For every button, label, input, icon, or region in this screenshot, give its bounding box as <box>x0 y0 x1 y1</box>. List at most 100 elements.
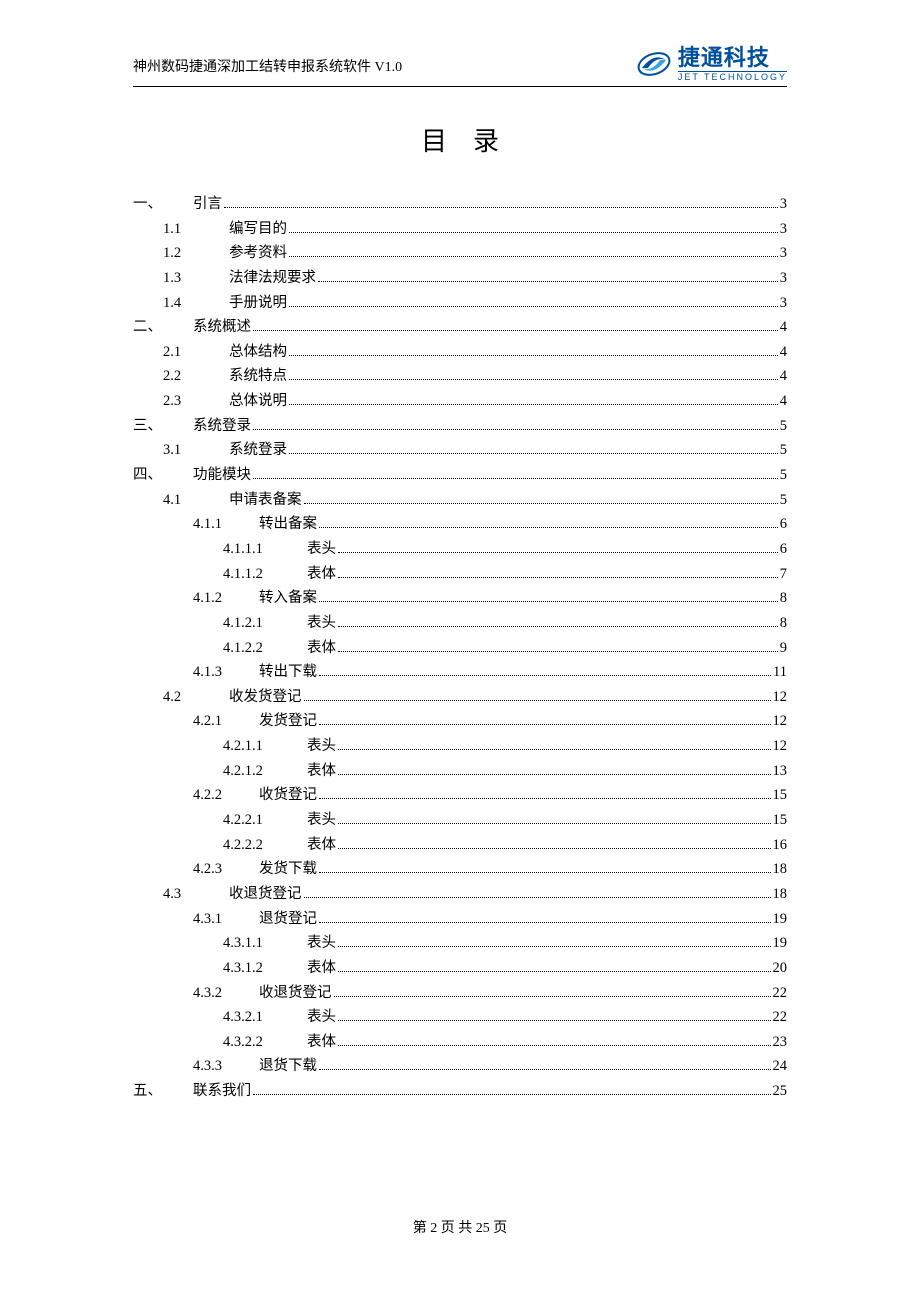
toc-entry-page: 6 <box>780 537 787 562</box>
toc-entry-label: 退货下载 <box>259 1054 317 1079</box>
toc-leader-dots <box>338 946 771 947</box>
toc-entry-label: 系统特点 <box>229 364 287 389</box>
toc-entry-label: 法律法规要求 <box>229 266 316 291</box>
toc-entry-label: 收退货登记 <box>229 882 302 907</box>
toc-entry-number: 4.1.2.2 <box>223 636 307 661</box>
toc-entry-page: 12 <box>773 709 788 734</box>
toc-entry[interactable]: 五、联系我们 25 <box>133 1079 787 1104</box>
toc-leader-dots <box>338 1020 771 1021</box>
toc-entry[interactable]: 4.1申请表备案5 <box>133 488 787 513</box>
toc-entry-number: 4.3.1 <box>193 907 259 932</box>
toc-entry-label: 联系我们 <box>193 1079 251 1104</box>
toc-entry[interactable]: 4.1.1转出备案6 <box>133 512 787 537</box>
page-header: 神州数码捷通深加工结转申报系统软件 V1.0 捷通科技 JET TECHNOLO… <box>133 0 787 82</box>
toc-entry-label: 收发货登记 <box>229 685 302 710</box>
toc-leader-dots <box>289 355 778 356</box>
toc-entry-page: 19 <box>773 907 788 932</box>
toc-entry-page: 3 <box>780 192 787 217</box>
toc-entry-label: 表头 <box>307 611 336 636</box>
toc-entry[interactable]: 4.1.3转出下载 11 <box>133 660 787 685</box>
toc-entry-number: 4.1.3 <box>193 660 259 685</box>
toc-entry-page: 19 <box>773 931 788 956</box>
toc-entry-page: 5 <box>780 463 787 488</box>
toc-entry-page: 11 <box>773 660 787 685</box>
toc-entry-page: 4 <box>780 315 787 340</box>
toc-leader-dots <box>253 330 778 331</box>
toc-entry[interactable]: 一、引言3 <box>133 192 787 217</box>
toc-entry[interactable]: 4.3.2.1表头22 <box>133 1005 787 1030</box>
toc-entry[interactable]: 4.2.1发货登记12 <box>133 709 787 734</box>
page-content: 神州数码捷通深加工结转申报系统软件 V1.0 捷通科技 JET TECHNOLO… <box>133 0 787 1104</box>
toc-entry-number: 三、 <box>133 414 193 439</box>
toc-entry-number: 4.3.1.1 <box>223 931 307 956</box>
toc-entry-number: 1.1 <box>163 217 229 242</box>
toc-entry[interactable]: 2.1总体结构4 <box>133 340 787 365</box>
toc-entry-number: 4.2.2.1 <box>223 808 307 833</box>
toc-entry-number: 4.2.2.2 <box>223 833 307 858</box>
toc-entry[interactable]: 4.2.2收货登记15 <box>133 783 787 808</box>
toc-leader-dots <box>338 552 778 553</box>
toc-entry[interactable]: 4.1.2.1表头8 <box>133 611 787 636</box>
toc-entry[interactable]: 4.1.1.1表头6 <box>133 537 787 562</box>
toc-entry[interactable]: 二、系统概述4 <box>133 315 787 340</box>
toc-leader-dots <box>253 478 778 479</box>
toc-entry[interactable]: 3.1系统登录5 <box>133 438 787 463</box>
toc-entry[interactable]: 1.1编写目的3 <box>133 217 787 242</box>
toc-entry-label: 功能模块 <box>193 463 251 488</box>
toc-entry[interactable]: 4.3收退货登记18 <box>133 882 787 907</box>
logo-text-cn: 捷通科技 <box>678 47 787 69</box>
toc-entry[interactable]: 4.2.1.2表体13 <box>133 759 787 784</box>
toc-entry[interactable]: 4.3.2收退货登记22 <box>133 981 787 1006</box>
toc-entry[interactable]: 三、系统登录5 <box>133 414 787 439</box>
toc-entry[interactable]: 4.1.2转入备案8 <box>133 586 787 611</box>
toc-entry-page: 25 <box>773 1079 788 1104</box>
toc-entry[interactable]: 1.4手册说明3 <box>133 291 787 316</box>
toc-entry-label: 转出备案 <box>259 512 317 537</box>
toc-entry-page: 3 <box>780 266 787 291</box>
toc-leader-dots <box>289 379 778 380</box>
toc-leader-dots <box>319 922 771 923</box>
toc-entry[interactable]: 4.2.2.2表体16 <box>133 833 787 858</box>
toc-entry[interactable]: 4.3.3退货下载24 <box>133 1054 787 1079</box>
toc-entry[interactable]: 4.3.2.2表体23 <box>133 1030 787 1055</box>
toc-entry-number: 4.3 <box>163 882 229 907</box>
toc-leader-dots <box>338 848 771 849</box>
toc-entry-label: 申请表备案 <box>229 488 302 513</box>
toc-entry[interactable]: 四、功能模块5 <box>133 463 787 488</box>
toc-entry[interactable]: 1.2参考资料3 <box>133 241 787 266</box>
toc-entry[interactable]: 4.3.1.2表体20 <box>133 956 787 981</box>
toc-entry-number: 4.2.1 <box>193 709 259 734</box>
toc-entry[interactable]: 2.2系统特点4 <box>133 364 787 389</box>
toc-entry[interactable]: 4.1.1.2表体7 <box>133 562 787 587</box>
toc-leader-dots <box>289 404 778 405</box>
toc-entry-page: 16 <box>773 833 788 858</box>
toc-entry-page: 4 <box>780 389 787 414</box>
toc-entry-page: 13 <box>773 759 788 784</box>
toc-entry-label: 表体 <box>307 562 336 587</box>
toc-leader-dots <box>338 971 771 972</box>
toc-entry[interactable]: 4.2.2.1表头15 <box>133 808 787 833</box>
toc-entry-page: 3 <box>780 241 787 266</box>
toc-entry[interactable]: 1.3法律法规要求3 <box>133 266 787 291</box>
toc-entry[interactable]: 4.1.2.2表体9 <box>133 636 787 661</box>
toc-entry-label: 转出下载 <box>259 660 317 685</box>
toc-entry-label: 表头 <box>307 808 336 833</box>
toc-entry-number: 1.2 <box>163 241 229 266</box>
toc-entry[interactable]: 4.2收发货登记12 <box>133 685 787 710</box>
toc-entry[interactable]: 4.2.1.1表头12 <box>133 734 787 759</box>
toc-entry-label: 系统概述 <box>193 315 251 340</box>
toc-entry-label: 表头 <box>307 931 336 956</box>
toc-leader-dots <box>338 651 778 652</box>
toc-entry-label: 表体 <box>307 636 336 661</box>
toc-entry-number: 4.2.3 <box>193 857 259 882</box>
toc-entry-page: 24 <box>773 1054 788 1079</box>
toc-entry-number: 五、 <box>133 1079 193 1104</box>
toc-entry-number: 4.3.1.2 <box>223 956 307 981</box>
toc-leader-dots <box>338 823 771 824</box>
page-footer: 第 2 页 共 25 页 <box>0 1217 920 1237</box>
toc-entry-page: 7 <box>780 562 787 587</box>
toc-entry[interactable]: 4.2.3发货下载18 <box>133 857 787 882</box>
toc-entry[interactable]: 4.3.1退货登记19 <box>133 907 787 932</box>
toc-entry[interactable]: 2.3总体说明4 <box>133 389 787 414</box>
toc-entry[interactable]: 4.3.1.1表头 19 <box>133 931 787 956</box>
